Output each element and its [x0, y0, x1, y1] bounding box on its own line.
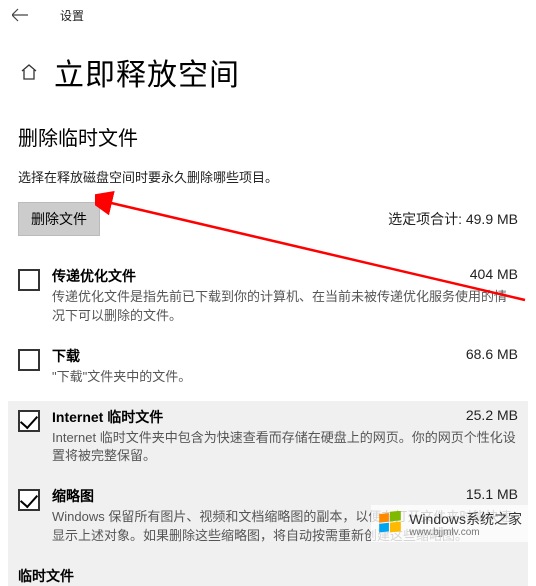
item-title: 下载 — [52, 346, 80, 366]
delete-files-button[interactable]: 删除文件 — [18, 202, 100, 236]
item-title: 临时文件 — [18, 566, 74, 586]
item-size: 404 MB — [460, 266, 518, 282]
list-item: Internet 临时文件 25.2 MB Internet 临时文件夹中包含为… — [8, 401, 528, 481]
home-icon[interactable] — [18, 61, 40, 83]
watermark-brand: Windows — [409, 511, 466, 527]
item-desc: "下载"文件夹中的文件。 — [52, 368, 518, 387]
windows-logo-icon — [377, 511, 403, 537]
item-desc: 传递优化文件是指先前已下载到你的计算机、在当前未被传递优化服务使用的情况下可以删… — [52, 288, 518, 326]
item-size: 68.6 MB — [456, 346, 518, 362]
item-title: 传递优化文件 — [52, 266, 136, 286]
checkbox-internet-temp[interactable] — [18, 410, 40, 432]
item-title: Internet 临时文件 — [52, 407, 163, 427]
item-desc: Internet 临时文件夹中包含为快速查看而存储在硬盘上的网页。你的网页个性化… — [52, 429, 518, 467]
item-title: 缩略图 — [52, 486, 94, 506]
watermark-sub: 系统之家 — [466, 511, 522, 527]
list-item: 临时文件 — [8, 560, 528, 586]
section-title: 删除临时文件 — [18, 122, 518, 151]
back-icon[interactable] — [10, 5, 30, 25]
checkbox-thumbnails[interactable] — [18, 489, 40, 511]
list-item: 传递优化文件 404 MB 传递优化文件是指先前已下载到你的计算机、在当前未被传… — [18, 260, 518, 340]
checkbox-downloads[interactable] — [18, 349, 40, 371]
selected-total-label: 选定项合计: 49.9 MB — [388, 209, 518, 229]
page-title: 立即释放空间 — [54, 50, 240, 94]
instruction-text: 选择在释放磁盘空间时要永久删除哪些项目。 — [18, 167, 518, 186]
watermark: Windows系统之家 www.bjjmlv.com — [371, 505, 528, 542]
item-size: 25.2 MB — [456, 407, 518, 423]
item-size: 15.1 MB — [456, 486, 518, 502]
checkbox-delivery-optimization[interactable] — [18, 269, 40, 291]
window-title: 设置 — [60, 7, 84, 24]
list-item: 下载 68.6 MB "下载"文件夹中的文件。 — [18, 340, 518, 401]
